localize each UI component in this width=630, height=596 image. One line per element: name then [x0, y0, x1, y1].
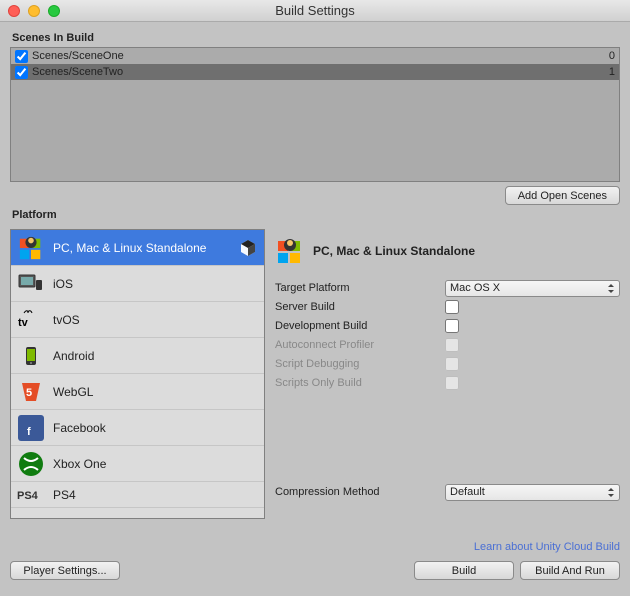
option-label: Scripts Only Build [275, 377, 445, 389]
platform-row[interactable]: iOS [11, 266, 264, 302]
minimize-icon[interactable] [28, 5, 40, 17]
option-row: Development Build [275, 317, 620, 335]
platform-list[interactable]: PC, Mac & Linux Standalone iOS tv tvOS A… [10, 229, 265, 519]
scene-row[interactable]: Scenes/SceneOne 0 [11, 48, 619, 64]
option-label: Autoconnect Profiler [275, 339, 445, 351]
build-target-title: PC, Mac & Linux Standalone [313, 244, 475, 258]
platform-name: PS4 [53, 488, 76, 502]
build-options-panel: PC, Mac & Linux Standalone Target Platfo… [275, 229, 620, 553]
platform-name: Xbox One [53, 457, 106, 471]
pc-icon [17, 234, 45, 262]
platform-name: iOS [53, 277, 73, 291]
option-label: Development Build [275, 320, 445, 332]
scenes-list[interactable]: Scenes/SceneOne 0 Scenes/SceneTwo 1 [10, 47, 620, 182]
platform-row[interactable]: Xbox One [11, 446, 264, 482]
zoom-icon[interactable] [48, 5, 60, 17]
svg-text:tv: tv [18, 317, 29, 329]
option-checkbox[interactable] [445, 300, 459, 314]
platform-row[interactable]: f Facebook [11, 410, 264, 446]
option-row: Autoconnect Profiler [275, 336, 620, 354]
svg-text:f: f [27, 426, 31, 438]
svg-text:PS4: PS4 [17, 490, 39, 502]
option-checkbox [445, 338, 459, 352]
add-open-scenes-button[interactable]: Add Open Scenes [505, 186, 620, 205]
compression-label: Compression Method [275, 486, 445, 498]
scene-name: Scenes/SceneTwo [32, 66, 123, 78]
option-checkbox[interactable] [445, 319, 459, 333]
option-label: Server Build [275, 301, 445, 313]
scene-name: Scenes/SceneOne [32, 50, 124, 62]
window-title: Build Settings [0, 3, 630, 18]
scene-row[interactable]: Scenes/SceneTwo 1 [11, 64, 619, 80]
cloud-build-link[interactable]: Learn about Unity Cloud Build [275, 541, 620, 553]
option-checkbox [445, 357, 459, 371]
xbox-icon [17, 450, 45, 478]
option-row: Scripts Only Build [275, 374, 620, 392]
platform-row[interactable]: 5 WebGL [11, 374, 264, 410]
platform-row[interactable]: tv tvOS [11, 302, 264, 338]
close-icon[interactable] [8, 5, 20, 17]
compression-select[interactable]: Default [445, 484, 620, 501]
platform-row[interactable]: PC, Mac & Linux Standalone [11, 230, 264, 266]
titlebar: Build Settings [0, 0, 630, 22]
tvos-icon: tv [17, 306, 45, 334]
ios-icon [17, 270, 45, 298]
platform-row[interactable]: Android [11, 338, 264, 374]
ps4-icon: PS4 [17, 481, 45, 509]
unity-icon [238, 238, 258, 258]
scene-index: 1 [609, 66, 615, 78]
webgl-icon: 5 [17, 378, 45, 406]
option-row: Script Debugging [275, 355, 620, 373]
player-settings-button[interactable]: Player Settings... [10, 561, 120, 580]
platform-row[interactable]: PS4 PS4 [11, 482, 264, 508]
option-row: Target Platform Mac OS X [275, 279, 620, 297]
scene-index: 0 [609, 50, 615, 62]
option-checkbox [445, 376, 459, 390]
platform-name: Facebook [53, 421, 106, 435]
scene-checkbox[interactable] [15, 50, 28, 63]
build-button[interactable]: Build [414, 561, 514, 580]
target-platform-select[interactable]: Mac OS X [445, 280, 620, 297]
platform-label: Platform [12, 209, 620, 221]
scene-checkbox[interactable] [15, 66, 28, 79]
scenes-label: Scenes In Build [12, 32, 620, 44]
platform-name: Android [53, 349, 94, 363]
platform-name: WebGL [53, 385, 93, 399]
option-label: Script Debugging [275, 358, 445, 370]
facebook-icon: f [17, 414, 45, 442]
pc-icon [275, 236, 305, 266]
svg-text:5: 5 [26, 387, 32, 399]
android-icon [17, 342, 45, 370]
option-row: Server Build [275, 298, 620, 316]
build-and-run-button[interactable]: Build And Run [520, 561, 620, 580]
platform-name: PC, Mac & Linux Standalone [53, 241, 206, 255]
window-controls [8, 5, 60, 17]
option-label: Target Platform [275, 282, 445, 294]
platform-name: tvOS [53, 313, 80, 327]
